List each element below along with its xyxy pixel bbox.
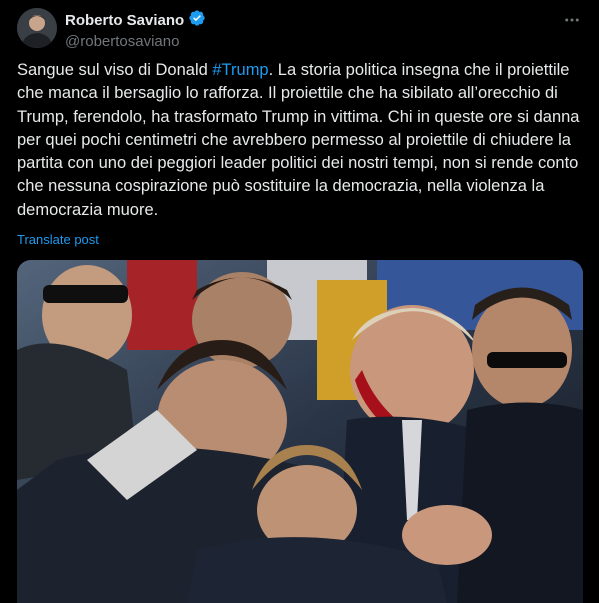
hashtag-link[interactable]: #Trump bbox=[212, 61, 268, 79]
tweet-text-after: . La storia politica insegna che il proi… bbox=[17, 61, 585, 219]
tweet-text-before: Sangue sul viso di Donald bbox=[17, 61, 213, 79]
tweet-header: Roberto Saviano @robertosaviano bbox=[17, 8, 582, 50]
author-handle[interactable]: @robertosaviano bbox=[65, 32, 206, 52]
author-display-name[interactable]: Roberto Saviano bbox=[65, 11, 184, 31]
more-options-icon[interactable] bbox=[562, 10, 582, 30]
verified-badge-icon bbox=[188, 9, 206, 32]
avatar[interactable] bbox=[17, 8, 57, 48]
tweet-photo[interactable] bbox=[17, 260, 583, 603]
tweet-text: Sangue sul viso di Donald #Trump. La sto… bbox=[17, 59, 589, 222]
translate-post-link[interactable]: Translate post bbox=[17, 232, 99, 247]
